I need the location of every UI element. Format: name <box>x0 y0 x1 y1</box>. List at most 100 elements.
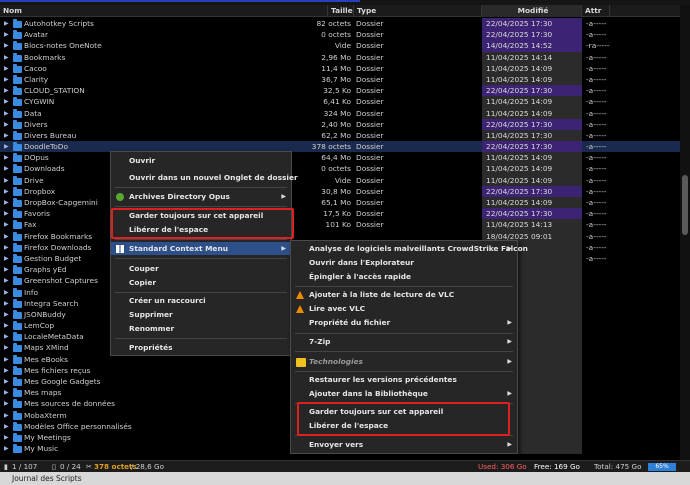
submenu-arrow-icon: ▶ <box>507 245 512 252</box>
expand-arrow-icon[interactable]: ▶ <box>4 354 10 365</box>
expand-arrow-icon[interactable]: ▶ <box>4 275 10 286</box>
script-log-bar[interactable]: Journal des Scripts <box>0 472 690 485</box>
folder-icon <box>13 63 22 73</box>
file-row[interactable]: ▶ Clarity 36,7 Mo Dossier 11/04/2025 14:09 -a… <box>0 73 680 86</box>
file-row[interactable]: ▶ Drive Vide Dossier 11/04/2025 14:09 -a----- <box>0 174 680 186</box>
menu-standard-context-label: Standard Context Menu <box>129 244 228 253</box>
expand-arrow-icon[interactable]: ▶ <box>4 85 10 96</box>
expand-arrow-icon[interactable]: ▶ <box>4 432 10 443</box>
expand-arrow-icon[interactable]: ▶ <box>4 242 10 253</box>
column-type[interactable]: Type <box>354 5 482 17</box>
expand-arrow-icon[interactable]: ▶ <box>4 175 10 186</box>
expand-arrow-icon[interactable]: ▶ <box>4 387 10 398</box>
folder-icon <box>13 97 22 107</box>
expand-arrow-icon[interactable]: ▶ <box>4 63 10 74</box>
expand-arrow-icon[interactable]: ▶ <box>4 320 10 331</box>
menu-open[interactable]: Ouvrir <box>111 154 291 167</box>
expand-arrow-icon[interactable]: ▶ <box>4 231 10 242</box>
expand-arrow-icon[interactable]: ▶ <box>4 309 10 320</box>
expand-arrow-icon[interactable]: ▶ <box>4 96 10 107</box>
expand-arrow-icon[interactable]: ▶ <box>4 253 10 264</box>
expand-arrow-icon[interactable]: ▶ <box>4 398 10 409</box>
menu-create-shortcut[interactable]: Créer un raccourci <box>111 294 291 307</box>
file-row[interactable]: ▶ Divers 2,40 Mo Dossier 22/04/2025 17:30 -a-… <box>0 118 680 130</box>
submenu-pin-quick-access[interactable]: Épingler à l'accès rapide <box>291 270 517 283</box>
submenu-technologies[interactable]: Technologies ▶ <box>291 355 517 368</box>
vertical-scrollbar[interactable] <box>680 5 690 460</box>
file-row[interactable]: ▶ Cacoo 11,4 Mo Dossier 11/04/2025 14:09 -a--… <box>0 62 680 74</box>
expand-arrow-icon[interactable]: ▶ <box>4 421 10 432</box>
menu-archives[interactable]: Archives Directory Opus ▶ <box>111 190 291 203</box>
menu-delete[interactable]: Supprimer <box>111 308 291 321</box>
menu-separator <box>115 338 287 339</box>
submenu-ownership[interactable]: Propriété du fichier ▶ <box>291 316 517 329</box>
file-attr: -a----- <box>586 19 607 28</box>
scrollbar-thumb[interactable] <box>682 175 688 235</box>
file-row[interactable]: ▶ CYGWIN 6,41 Ko Dossier 11/04/2025 14:09 -a-… <box>0 96 680 108</box>
expand-arrow-icon[interactable]: ▶ <box>4 29 10 40</box>
file-row[interactable]: ▶ Autohotkey Scripts 82 octets Dossier 22/04… <box>0 18 680 30</box>
file-name: Downloads <box>24 164 65 174</box>
file-row[interactable]: ▶ Blocs-notes OneNote Vide Dossier 14/04/202… <box>0 40 680 52</box>
expand-arrow-icon[interactable]: ▶ <box>4 342 10 353</box>
menu-rename[interactable]: Renommer <box>111 322 291 335</box>
expand-arrow-icon[interactable]: ▶ <box>4 163 10 174</box>
expand-arrow-icon[interactable]: ▶ <box>4 219 10 230</box>
file-row[interactable]: ▶ Data 324 Mo Dossier 11/04/2025 14:09 -a----… <box>0 107 680 119</box>
submenu-vlc-play[interactable]: Lire avec VLC <box>291 302 517 315</box>
column-attr[interactable]: Attr <box>582 5 610 17</box>
file-row[interactable]: ▶ Downloads 0 octets Dossier 11/04/2025 14:0… <box>0 163 680 175</box>
expand-arrow-icon[interactable]: ▶ <box>4 108 10 119</box>
expand-arrow-icon[interactable]: ▶ <box>4 18 10 29</box>
expand-arrow-icon[interactable]: ▶ <box>4 331 10 342</box>
expand-arrow-icon[interactable]: ▶ <box>4 208 10 219</box>
file-modified: 22/04/2025 17:30 <box>482 29 582 41</box>
file-size: 62,2 Mo <box>321 130 351 140</box>
file-name: Mes sources de données <box>24 399 115 409</box>
expand-arrow-icon[interactable]: ▶ <box>4 52 10 63</box>
expand-arrow-icon[interactable]: ▶ <box>4 376 10 387</box>
expand-arrow-icon[interactable]: ▶ <box>4 186 10 197</box>
submenu-restore-versions[interactable]: Restaurer les versions précédentes <box>291 373 517 386</box>
file-row[interactable]: ▶ Dropbox 30,8 Mo Dossier 22/04/2025 17:30 -a… <box>0 185 680 197</box>
submenu-crowdstrike[interactable]: Analyse de logiciels malveillants CrowdS… <box>291 242 528 255</box>
expand-arrow-icon[interactable]: ▶ <box>4 130 10 141</box>
menu-standard-context[interactable]: Standard Context Menu ▶ <box>111 242 291 255</box>
menu-cut[interactable]: Couper <box>111 262 291 275</box>
expand-arrow-icon[interactable]: ▶ <box>4 152 10 163</box>
submenu-send-to[interactable]: Envoyer vers ▶ <box>291 438 517 451</box>
expand-arrow-icon[interactable]: ▶ <box>4 410 10 421</box>
file-row[interactable]: ▶ DOpus 64,4 Mo Dossier 11/04/2025 14:09 -a--… <box>0 152 680 164</box>
column-size[interactable]: Taille <box>328 5 354 17</box>
expand-arrow-icon[interactable]: ▶ <box>4 119 10 130</box>
submenu-open-explorer[interactable]: Ouvrir dans l'Explorateur <box>291 256 517 269</box>
expand-arrow-icon[interactable]: ▶ <box>4 365 10 376</box>
expand-arrow-icon[interactable]: ▶ <box>4 443 10 454</box>
menu-copy[interactable]: Copier <box>111 276 291 289</box>
submenu-7zip[interactable]: 7-Zip ▶ <box>291 335 517 348</box>
expand-arrow-icon[interactable]: ▶ <box>4 74 10 85</box>
expand-arrow-icon[interactable]: ▶ <box>4 40 10 51</box>
expand-arrow-icon[interactable]: ▶ <box>4 141 10 152</box>
menu-properties[interactable]: Propriétés <box>111 341 291 354</box>
file-row[interactable]: ▶ DoodleToDo 378 octets Dossier 22/04/2025 1… <box>0 141 680 153</box>
file-row[interactable]: ▶ Bookmarks 2,96 Mo Dossier 11/04/2025 14:14… <box>0 51 680 63</box>
file-type: Dossier <box>356 186 384 196</box>
file-attr: -a----- <box>586 242 607 252</box>
file-row[interactable]: ▶ Fax 101 Ko Dossier 11/04/2025 14:13 -a----- <box>0 219 680 231</box>
file-row[interactable]: ▶ Avatar 0 octets Dossier 22/04/2025 17:30 -a… <box>0 29 680 41</box>
submenu-vlc-add[interactable]: Ajouter à la liste de lecture de VLC <box>291 288 517 301</box>
file-row[interactable]: ▶ CLOUD_STATION 32,5 Ko Dossier 22/04/2025 1… <box>0 85 680 97</box>
file-row[interactable]: ▶ Divers Bureau 62,2 Mo Dossier 11/04/2025 1… <box>0 129 680 142</box>
expand-arrow-icon[interactable]: ▶ <box>4 287 10 298</box>
expand-arrow-icon[interactable]: ▶ <box>4 197 10 208</box>
file-size: 82 octets <box>316 19 351 28</box>
submenu-add-library[interactable]: Ajouter dans la Bibliothèque ▶ <box>291 387 517 400</box>
file-row[interactable]: ▶ DropBox-Capgemini 65,1 Mo Dossier 11/04/20… <box>0 197 680 209</box>
column-name[interactable]: Nom <box>0 5 328 17</box>
column-modified[interactable]: Modifié <box>482 5 582 17</box>
menu-open-new-tab[interactable]: Ouvrir dans un nouvel Onglet de dossier <box>111 171 298 184</box>
expand-arrow-icon[interactable]: ▶ <box>4 298 10 309</box>
expand-arrow-icon[interactable]: ▶ <box>4 264 10 275</box>
file-row[interactable]: ▶ Favoris 17,5 Ko Dossier 22/04/2025 17:30 -a… <box>0 208 680 220</box>
